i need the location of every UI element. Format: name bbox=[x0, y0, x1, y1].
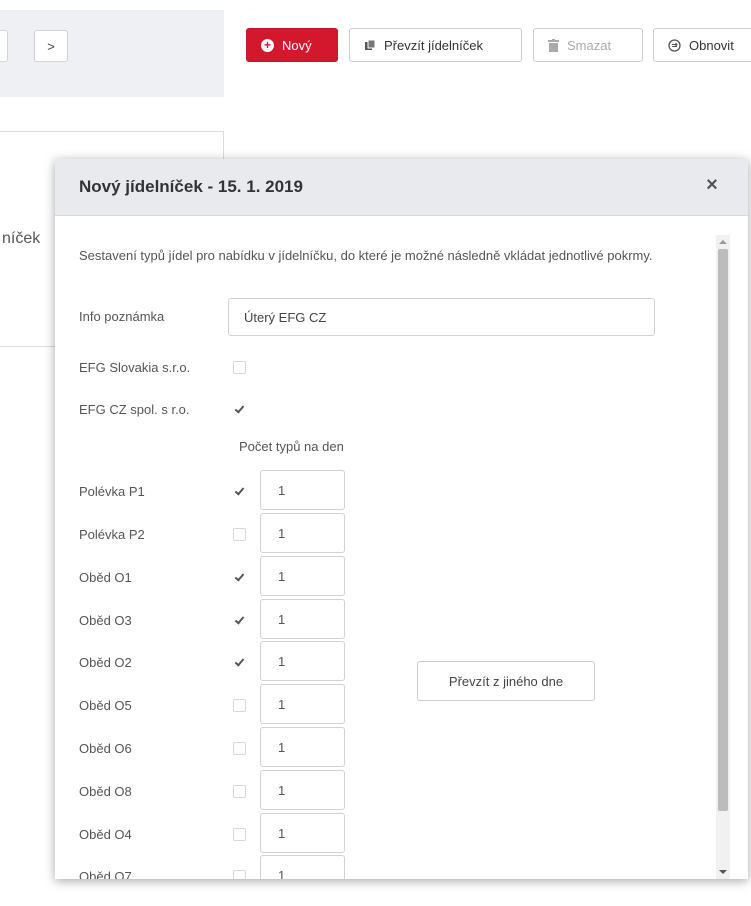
meal-type-checkbox[interactable] bbox=[233, 870, 246, 879]
next-day-button[interactable]: > bbox=[34, 30, 68, 62]
meal-type-checkbox[interactable] bbox=[233, 571, 246, 584]
dialog-description: Sestavení typů jídel pro nabídku v jídel… bbox=[79, 248, 653, 263]
meal-type-label: Polévka P1 bbox=[79, 484, 145, 499]
count-per-day-header: Počet typů na den bbox=[239, 439, 344, 454]
company-label: EFG Slovakia s.r.o. bbox=[79, 360, 191, 375]
scroll-up-arrow-icon[interactable] bbox=[719, 240, 727, 244]
copy-from-day-button[interactable]: Převzít z jiného dne bbox=[417, 661, 595, 701]
meal-count-input[interactable] bbox=[260, 641, 345, 681]
meal-type-checkbox[interactable] bbox=[233, 485, 246, 498]
info-note-input[interactable] bbox=[228, 298, 655, 336]
meal-count-input[interactable] bbox=[260, 813, 345, 853]
delete-button-label: Smazat bbox=[567, 37, 612, 53]
company-checkbox[interactable] bbox=[233, 403, 246, 416]
refresh-icon bbox=[668, 38, 681, 52]
new-button[interactable]: + Nový bbox=[246, 28, 338, 62]
company-label: EFG CZ spol. s r.o. bbox=[79, 402, 190, 417]
dialog-body: Sestavení typů jídel pro nabídku v jídel… bbox=[55, 216, 748, 879]
meal-type-checkbox[interactable] bbox=[233, 528, 246, 541]
dialog-scrollbar[interactable] bbox=[716, 235, 730, 879]
delete-button[interactable]: Smazat bbox=[533, 28, 643, 62]
meal-type-label: Oběd O3 bbox=[79, 613, 132, 628]
refresh-button-label: Obnovit bbox=[689, 37, 734, 53]
chevron-right-icon: > bbox=[47, 38, 55, 54]
take-menu-label: Převzít jídelníček bbox=[384, 37, 483, 53]
close-icon[interactable]: × bbox=[704, 175, 720, 195]
meal-type-label: Oběd O1 bbox=[79, 570, 132, 585]
scroll-down-arrow-icon[interactable] bbox=[719, 870, 727, 874]
meal-count-input[interactable] bbox=[260, 770, 345, 810]
meal-type-checkbox[interactable] bbox=[233, 614, 246, 627]
refresh-button[interactable]: Obnovit bbox=[653, 28, 751, 62]
meal-type-checkbox[interactable] bbox=[233, 699, 246, 712]
meal-type-label: Oběd O4 bbox=[79, 827, 132, 842]
dialog-header: Nový jídelníček - 15. 1. 2019 × bbox=[55, 159, 748, 216]
copy-from-day-label: Převzít z jiného dne bbox=[448, 673, 564, 689]
meal-count-input[interactable] bbox=[260, 513, 345, 553]
take-menu-button[interactable]: Převzít jídelníček bbox=[349, 28, 522, 62]
meal-count-input[interactable] bbox=[260, 727, 345, 767]
trash-icon bbox=[548, 38, 559, 52]
meal-count-input[interactable] bbox=[260, 470, 345, 510]
meal-type-label: Oběd O8 bbox=[79, 784, 132, 799]
new-button-label: Nový bbox=[282, 37, 312, 53]
card-title: níček bbox=[2, 230, 41, 247]
dialog-title: Nový jídelníček - 15. 1. 2019 bbox=[79, 177, 303, 196]
company-checkbox[interactable] bbox=[233, 361, 246, 374]
meal-type-label: Oběd O7 bbox=[79, 869, 132, 879]
date-input[interactable] bbox=[0, 30, 8, 62]
meal-type-label: Oběd O5 bbox=[79, 698, 132, 713]
meal-type-checkbox[interactable] bbox=[233, 828, 246, 841]
meal-type-checkbox[interactable] bbox=[233, 785, 246, 798]
info-note-label: Info poznámka bbox=[79, 309, 165, 324]
copy-icon bbox=[364, 39, 376, 51]
meal-type-label: Oběd O6 bbox=[79, 741, 132, 756]
meal-type-checkbox[interactable] bbox=[233, 742, 246, 755]
meal-type-label: Polévka P2 bbox=[79, 527, 145, 542]
meal-count-input[interactable] bbox=[260, 556, 345, 596]
meal-count-input[interactable] bbox=[260, 599, 345, 639]
meal-count-input[interactable] bbox=[260, 684, 345, 724]
meal-type-label: Oběd O2 bbox=[79, 655, 132, 670]
new-menu-dialog: Nový jídelníček - 15. 1. 2019 × Sestaven… bbox=[55, 159, 748, 879]
meal-count-input[interactable] bbox=[260, 855, 345, 879]
meal-type-checkbox[interactable] bbox=[233, 656, 246, 669]
scroll-thumb[interactable] bbox=[718, 249, 728, 811]
plus-circle-icon: + bbox=[261, 38, 274, 52]
